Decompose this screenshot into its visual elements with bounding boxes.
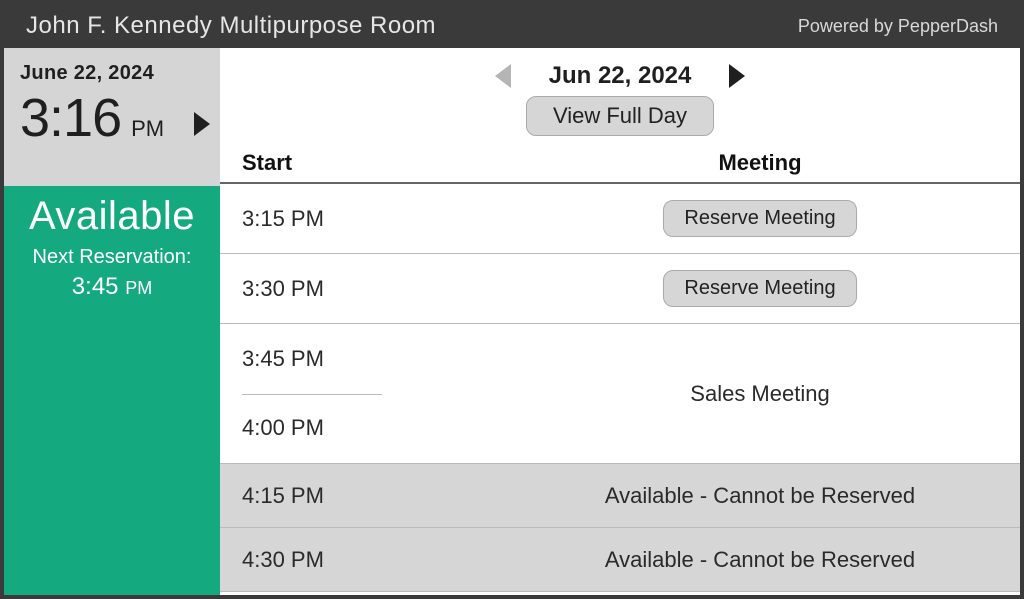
main-panel: Jun 22, 2024 View Full Day Start Meeting… (220, 48, 1020, 595)
title-bar: John F. Kennedy Multipurpose Room Powere… (4, 4, 1020, 48)
schedule-row: 4:30 PM Available - Cannot be Reserved (220, 528, 1020, 592)
slot-time: 3:15 PM (242, 206, 522, 232)
schedule-row: 3:15 PM Reserve Meeting (220, 184, 1020, 254)
time-value: 3:16 (20, 87, 121, 149)
schedule-row: 3:45 PM 4:00 PM Sales Meeting (220, 324, 1020, 464)
header-start: Start (242, 150, 522, 176)
reserve-meeting-button[interactable]: Reserve Meeting (663, 200, 856, 237)
availability-status: Available (4, 194, 220, 238)
clock-panel: June 22, 2024 3:16 PM (4, 48, 220, 186)
slot-time: 4:15 PM (242, 483, 522, 509)
schedule-table: Start Meeting 3:15 PM Reserve Meeting 3:… (220, 150, 1020, 595)
current-time: 3:16 PM (20, 87, 204, 149)
current-date: June 22, 2024 (20, 62, 204, 85)
slot-time: 3:45 PM (242, 346, 522, 372)
expand-sidebar-icon[interactable] (194, 112, 210, 136)
slot-times: 3:45 PM 4:00 PM (242, 324, 522, 463)
slot-time: 3:30 PM (242, 276, 522, 302)
schedule-row: 4:15 PM Available - Cannot be Reserved (220, 464, 1020, 528)
slot-time: 4:00 PM (242, 415, 522, 441)
slot-status: Available - Cannot be Reserved (522, 547, 998, 573)
powered-by: Powered by PepperDash (798, 16, 998, 37)
room-name: John F. Kennedy Multipurpose Room (26, 12, 436, 40)
prev-day-icon[interactable] (495, 64, 511, 88)
slot-meeting: Sales Meeting (522, 324, 998, 463)
view-full-day-button[interactable]: View Full Day (526, 96, 714, 136)
schedule-date: Jun 22, 2024 (549, 62, 692, 90)
next-time-ampm: PM (125, 278, 152, 298)
slot-action: Reserve Meeting (522, 270, 998, 307)
slot-time: 4:30 PM (242, 547, 522, 573)
view-full-day-wrap: View Full Day (220, 96, 1020, 136)
header-meeting: Meeting (522, 150, 998, 176)
next-time-value: 3:45 (72, 273, 119, 300)
schedule-header: Start Meeting (220, 150, 1020, 184)
time-ampm: PM (131, 116, 164, 142)
slot-action: Reserve Meeting (522, 200, 998, 237)
sidebar: June 22, 2024 3:16 PM Available Next Res… (4, 48, 220, 595)
next-day-icon[interactable] (729, 64, 745, 88)
status-panel: Available Next Reservation: 3:45 PM (4, 186, 220, 595)
slot-divider (242, 394, 382, 395)
slot-status: Available - Cannot be Reserved (522, 483, 998, 509)
next-reservation-time: 3:45 PM (4, 273, 220, 301)
next-reservation-label: Next Reservation: (4, 246, 220, 269)
content: June 22, 2024 3:16 PM Available Next Res… (4, 48, 1020, 595)
date-nav: Jun 22, 2024 (220, 48, 1020, 96)
schedule-row: 3:30 PM Reserve Meeting (220, 254, 1020, 324)
reserve-meeting-button[interactable]: Reserve Meeting (663, 270, 856, 307)
